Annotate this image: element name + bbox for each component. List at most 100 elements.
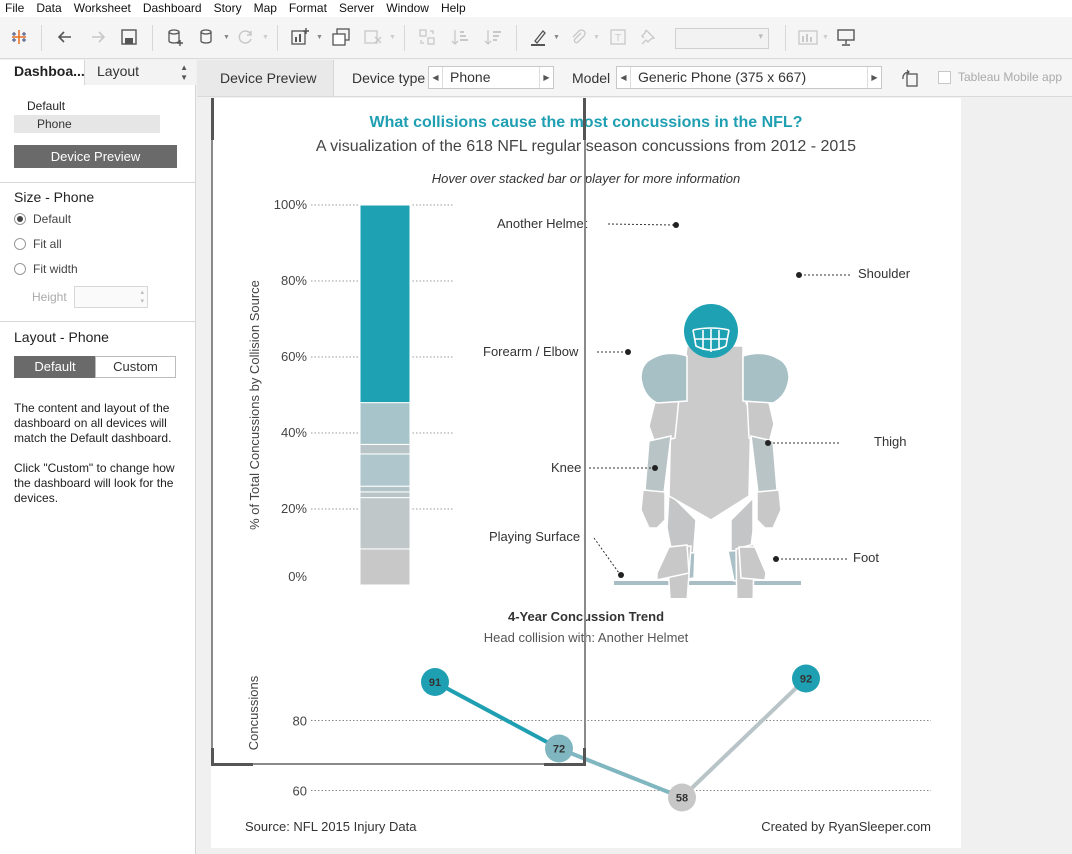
device-item-default[interactable]: Default (27, 99, 65, 113)
height-input[interactable] (74, 286, 148, 308)
size-option-fit-width-label: Fit width (33, 262, 78, 276)
duplicate-icon[interactable] (329, 25, 353, 49)
size-option-fit-width[interactable]: Fit width (14, 261, 78, 277)
trend-title: 4-Year Concussion Trend (507, 609, 665, 624)
menu-format[interactable]: Format (283, 0, 333, 17)
group-icon[interactable] (565, 25, 589, 49)
show-me-icon[interactable] (796, 25, 820, 49)
rotate-device-icon[interactable] (900, 68, 920, 88)
menu-file[interactable]: File (0, 0, 30, 17)
tab-layout[interactable]: Layout ▲ ▼ (84, 60, 196, 85)
size-option-fit-all[interactable]: Fit all (14, 236, 62, 252)
shoulder-pad-left-shape[interactable] (640, 352, 688, 404)
device-type-stepper[interactable]: ◀ Phone ▶ (428, 66, 554, 89)
trend-line-segment (680, 677, 808, 799)
model-stepper[interactable]: ◀ Generic Phone (375 x 667) ▶ (616, 66, 882, 89)
device-preview-button[interactable]: Device Preview (14, 145, 177, 168)
callout-forearm-elbow[interactable]: Forearm / Elbow (483, 344, 578, 359)
bar-segment[interactable] (359, 402, 411, 445)
pin-icon[interactable] (636, 25, 660, 49)
menu-help[interactable]: Help (435, 0, 472, 17)
menu-window[interactable]: Window (380, 0, 435, 17)
bar-segment[interactable] (359, 491, 411, 499)
new-data-source-icon[interactable] (163, 25, 187, 49)
device-preview-tab[interactable]: Device Preview (197, 60, 334, 96)
bar-tick-label: 20% (281, 501, 307, 516)
device-type-next-icon[interactable]: ▶ (539, 67, 553, 88)
trend-point-label: 92 (800, 674, 812, 686)
bar-segment[interactable] (359, 453, 411, 487)
new-worksheet-icon[interactable] (288, 25, 312, 49)
save-icon[interactable] (117, 25, 141, 49)
callout-thigh[interactable]: Thigh (874, 434, 907, 449)
menu-worksheet[interactable]: Worksheet (68, 0, 137, 17)
size-heading: Size - Phone (14, 189, 95, 205)
device-type-value: Phone (450, 69, 491, 85)
refresh-icon[interactable] (234, 25, 258, 49)
size-option-default[interactable]: Default (14, 211, 71, 227)
hand-right-shape[interactable] (756, 489, 782, 529)
layout-custom-button[interactable]: Custom (95, 356, 176, 378)
bar-tick-label: 80% (281, 273, 307, 288)
callout-knee[interactable]: Knee (551, 460, 581, 475)
forearm-left-shape[interactable] (644, 435, 672, 494)
redo-icon[interactable] (86, 25, 110, 49)
model-prev-icon[interactable]: ◀ (617, 67, 631, 88)
tab-layout-updown-icon: ▲ ▼ (180, 63, 188, 82)
bar-tick-label: 100% (274, 197, 308, 212)
undo-icon[interactable] (53, 25, 77, 49)
pause-updates-icon[interactable] (195, 25, 219, 49)
trend-subtitle: Head collision with: Another Helmet (483, 630, 689, 645)
menu-data[interactable]: Data (30, 0, 67, 17)
dashboard-title: What collisions cause the most concussio… (369, 114, 803, 131)
menu-map[interactable]: Map (248, 0, 283, 17)
tab-dashboard[interactable]: Dashboa... (0, 60, 85, 85)
bar-segment[interactable] (359, 548, 411, 586)
bar-segment[interactable] (359, 443, 411, 455)
device-item-phone[interactable]: Phone (14, 115, 160, 133)
mobile-app-label: Tableau Mobile app (958, 70, 1063, 84)
device-type-prev-icon[interactable]: ◀ (429, 67, 443, 88)
menu-dashboard[interactable]: Dashboard (137, 0, 208, 17)
clear-icon[interactable] (361, 25, 385, 49)
height-label: Height (32, 290, 67, 304)
bar-segment[interactable] (359, 497, 411, 550)
callout-foot[interactable]: Foot (853, 550, 879, 565)
credit-note: Created by RyanSleeper.com (761, 819, 931, 834)
svg-text:T: T (615, 33, 621, 44)
radio-fit-width-icon (14, 263, 26, 275)
tableau-logo-icon[interactable] (7, 25, 31, 49)
menu-server[interactable]: Server (333, 0, 380, 17)
sort-ascending-icon[interactable] (448, 25, 472, 49)
stacked-bar-chart[interactable]: % of Total Concussions by Collision Sour… (211, 193, 471, 593)
callout-playing-surface[interactable]: Playing Surface (489, 529, 580, 544)
bar-segment[interactable] (359, 204, 411, 404)
bar-segment[interactable] (359, 485, 411, 493)
presentation-icon[interactable] (834, 25, 858, 49)
trend-line-chart[interactable]: Concussions 6080 91725892 (211, 653, 961, 813)
swap-icon[interactable] (415, 25, 439, 49)
callout-another-helmet[interactable]: Another Helmet (497, 216, 587, 231)
hand-left-shape[interactable] (640, 489, 666, 529)
fit-select[interactable] (675, 28, 769, 49)
size-option-fit-all-label: Fit all (33, 237, 62, 251)
foot-left-shape[interactable] (656, 544, 690, 581)
playing-surface-shape[interactable] (614, 581, 801, 585)
trend-point-label: 58 (676, 793, 688, 805)
dashboard-side-pane: Dashboa... Layout ▲ ▼ Default Phone Devic… (0, 60, 196, 854)
label-icon[interactable]: T (606, 25, 630, 49)
layout-default-button[interactable]: Default (14, 356, 96, 378)
foot-right-shape[interactable] (738, 546, 767, 581)
menu-story[interactable]: Story (208, 0, 248, 17)
callout-shoulder[interactable]: Shoulder (858, 266, 910, 281)
layout-description: The content and layout of the dashboard … (14, 401, 172, 445)
trend-y-axis-label: Concussions (246, 675, 261, 750)
forearm-right-shape[interactable] (750, 435, 778, 494)
layout-custom-hint: Click "Custom" to change how the dashboa… (14, 461, 175, 505)
highlight-icon[interactable] (527, 25, 551, 49)
model-next-icon[interactable]: ▶ (867, 67, 881, 88)
dashboard-subtitle: A visualization of the 618 NFL regular s… (315, 138, 857, 155)
sort-descending-icon[interactable] (481, 25, 505, 49)
shoulder-pad-right-shape[interactable] (742, 352, 790, 404)
mobile-app-checkbox[interactable] (938, 71, 951, 84)
